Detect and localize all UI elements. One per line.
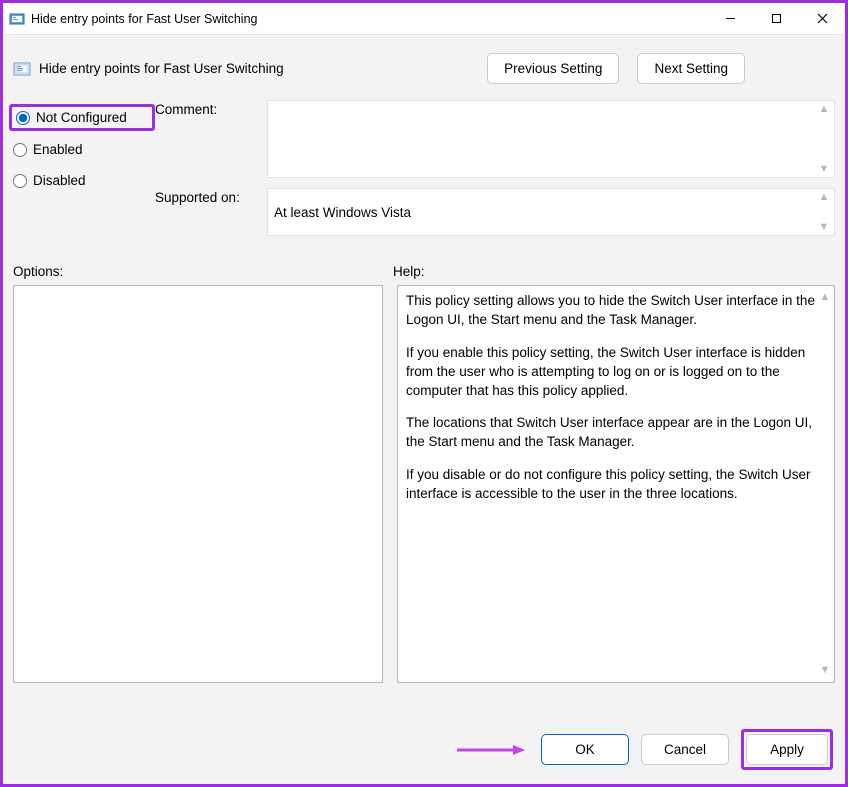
comment-label: Comment: (155, 100, 267, 117)
scroll-down-icon[interactable]: ▼ (816, 163, 832, 175)
help-paragraph: The locations that Switch User interface… (406, 414, 826, 452)
options-label: Options: (13, 264, 393, 279)
supported-on-box: At least Windows Vista ▲ ▼ (267, 188, 835, 236)
minimize-button[interactable] (707, 3, 753, 35)
radio-label: Enabled (33, 142, 83, 157)
help-pane: This policy setting allows you to hide t… (397, 285, 835, 683)
annotation-arrow-icon (455, 743, 525, 757)
apply-highlight: Apply (741, 729, 833, 770)
radio-not-configured-input[interactable] (16, 111, 30, 125)
comment-scrollbar[interactable]: ▲ ▼ (816, 103, 832, 175)
help-paragraph: If you disable or do not configure this … (406, 466, 826, 504)
config-area: Not Configured Enabled Disabled Comment:… (3, 94, 845, 246)
scroll-down-icon[interactable]: ▼ (816, 221, 832, 233)
header-row: Hide entry points for Fast User Switchin… (3, 35, 845, 94)
supported-label: Supported on: (155, 188, 267, 205)
radio-disabled[interactable]: Disabled (9, 168, 155, 193)
help-scrollbar[interactable]: ▲ ▼ (818, 290, 832, 678)
supported-scrollbar[interactable]: ▲ ▼ (816, 191, 832, 233)
dialog-footer: OK Cancel Apply (3, 713, 845, 784)
titlebar: Hide entry points for Fast User Switchin… (3, 3, 845, 35)
scroll-up-icon[interactable]: ▲ (818, 290, 832, 305)
radio-enabled[interactable]: Enabled (9, 137, 155, 162)
next-setting-button[interactable]: Next Setting (637, 53, 745, 84)
help-paragraph: This policy setting allows you to hide t… (406, 292, 826, 330)
ok-button[interactable]: OK (541, 734, 629, 765)
maximize-button[interactable] (753, 3, 799, 35)
cancel-button[interactable]: Cancel (641, 734, 729, 765)
titlebar-title: Hide entry points for Fast User Switchin… (31, 12, 257, 26)
radio-label: Disabled (33, 173, 86, 188)
section-labels: Options: Help: (3, 246, 845, 285)
scroll-up-icon[interactable]: ▲ (816, 103, 832, 115)
radio-label: Not Configured (36, 110, 127, 125)
apply-button[interactable]: Apply (746, 734, 828, 765)
state-radio-group: Not Configured Enabled Disabled (9, 100, 155, 246)
options-pane (13, 285, 383, 683)
scroll-down-icon[interactable]: ▼ (818, 663, 832, 678)
help-paragraph: If you enable this policy setting, the S… (406, 344, 826, 401)
fields-column: Comment: ▲ ▼ Supported on: At least Wind… (155, 100, 835, 246)
previous-setting-button[interactable]: Previous Setting (487, 53, 619, 84)
policy-header-icon (13, 60, 31, 78)
radio-disabled-input[interactable] (13, 174, 27, 188)
scroll-up-icon[interactable]: ▲ (816, 191, 832, 203)
radio-not-configured[interactable]: Not Configured (9, 104, 155, 131)
policy-title: Hide entry points for Fast User Switchin… (39, 61, 284, 76)
policy-icon (9, 11, 25, 27)
close-button[interactable] (799, 3, 845, 35)
group-policy-dialog: Hide entry points for Fast User Switchin… (0, 0, 848, 787)
help-label: Help: (393, 264, 425, 279)
comment-textarea[interactable]: ▲ ▼ (267, 100, 835, 178)
radio-enabled-input[interactable] (13, 143, 27, 157)
content-panes: This policy setting allows you to hide t… (3, 285, 845, 713)
supported-value: At least Windows Vista (274, 205, 411, 220)
